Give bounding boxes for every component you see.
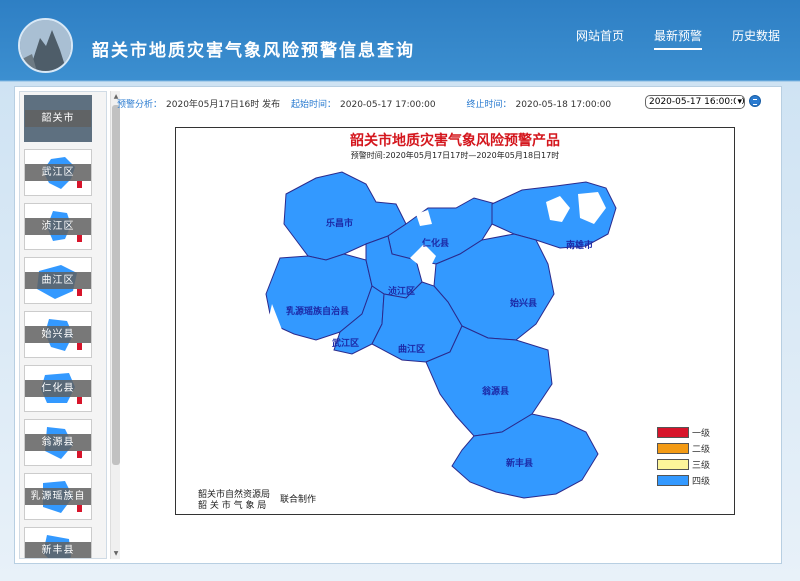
site-title: 韶关市地质灾害气象风险预警信息查询 — [92, 41, 415, 61]
menu-icon[interactable] — [749, 95, 761, 107]
sidebar-scrollbar[interactable]: ▲ ▼ — [110, 91, 120, 559]
legend-label: 一级 — [692, 428, 711, 439]
nav-history[interactable]: 历史数据 — [732, 27, 780, 50]
region-sidebar: 韶关市 武江区 浈江区 曲江区 始兴县 仁化县 翁源县 乳源瑶族自 新丰县 — [19, 91, 107, 559]
sidebar-item-label: 浈江区 — [25, 218, 91, 235]
label-lechang: 乐昌市 — [326, 219, 354, 229]
producer-credit: 韶关市自然资源局 韶 关 市 气 象 局 联合制作 — [198, 490, 316, 512]
legend-label: 三级 — [692, 460, 711, 471]
start-label: 起始时间： — [291, 100, 337, 110]
product-period: 预警时间:2020年05月17日17时—2020年05月18日17时 — [350, 151, 560, 160]
product-title: 韶关市地质灾害气象风险预警产品 — [350, 133, 560, 149]
scroll-down-icon[interactable]: ▼ — [111, 550, 121, 557]
end-label: 终止时间： — [466, 100, 512, 110]
legend-level-4: 四级 — [657, 472, 710, 488]
sidebar-item-renhua[interactable]: 仁化县 — [24, 365, 92, 412]
sidebar-item-label: 韶关市 — [25, 110, 91, 127]
sidebar-item-ruyuan[interactable]: 乳源瑶族自 — [24, 473, 92, 520]
nav-latest-warning[interactable]: 最新预警 — [653, 27, 702, 50]
warning-info-bar: 预警分析： 2020年05月17日16时 发布 起始时间： 2020-05-17 1… — [117, 97, 615, 110]
start-time: 2020-05-17 17:00:00 — [340, 100, 436, 110]
map-legend: 一级 二级 三级 四级 — [657, 424, 710, 488]
credit-line-1: 韶关市自然资源局 — [198, 490, 271, 500]
scroll-thumb[interactable] — [112, 105, 120, 465]
label-shixing: 始兴县 — [510, 299, 538, 309]
sidebar-item-label: 翁源县 — [25, 434, 91, 451]
label-renhua: 仁化县 — [422, 239, 450, 249]
sidebar-item-label: 始兴县 — [25, 326, 91, 343]
legend-level-2: 二级 — [657, 440, 710, 456]
label-qujiang: 曲江区 — [398, 345, 426, 355]
sidebar-item-label: 仁化县 — [25, 380, 91, 397]
sidebar-item-label: 乳源瑶族自 — [25, 488, 91, 505]
warning-map — [265, 171, 617, 499]
legend-swatch — [657, 474, 689, 486]
label-nanxiong: 南雄市 — [566, 241, 594, 251]
sidebar-item-zhenjiang[interactable]: 浈江区 — [24, 203, 92, 250]
label-wengyuan: 翁源县 — [482, 387, 510, 397]
sidebar-item-shaoguan[interactable]: 韶关市 — [24, 95, 92, 142]
sidebar-item-qujiang[interactable]: 曲江区 — [24, 257, 92, 304]
sidebar-item-label: 武江区 — [25, 164, 91, 181]
sidebar-item-wujiang[interactable]: 武江区 — [24, 149, 92, 196]
label-xinfeng: 新丰县 — [506, 459, 534, 469]
sidebar-item-xinfeng[interactable]: 新丰县 — [24, 527, 92, 558]
content-panel: 韶关市 武江区 浈江区 曲江区 始兴县 仁化县 翁源县 乳源瑶族自 新丰县 ▲ … — [14, 86, 782, 564]
legend-swatch — [657, 442, 689, 454]
legend-level-3: 三级 — [657, 456, 710, 472]
credit-joint: 联合制作 — [280, 495, 317, 505]
legend-swatch — [657, 426, 689, 438]
label-zhenjiang: 浈江区 — [388, 287, 416, 297]
site-header: 韶关市地质灾害气象风险预警信息查询 网站首页 最新预警 历史数据 — [0, 0, 800, 84]
analysis-label[interactable]: 预警分析： — [117, 100, 162, 110]
legend-level-1: 一级 — [657, 424, 710, 440]
sidebar-item-label: 曲江区 — [25, 272, 91, 289]
main-nav: 网站首页 最新预警 历史数据 — [576, 27, 780, 50]
sidebar-item-shixing[interactable]: 始兴县 — [24, 311, 92, 358]
legend-label: 二级 — [692, 444, 711, 455]
nav-home[interactable]: 网站首页 — [576, 27, 624, 50]
issued-text: 2020年05月17日16时 发布 — [166, 100, 281, 110]
sidebar-item-wengyuan[interactable]: 翁源县 — [24, 419, 92, 466]
sidebar-item-label: 新丰县 — [25, 542, 91, 558]
site-logo[interactable] — [18, 18, 73, 73]
legend-label: 四级 — [692, 476, 711, 487]
end-time: 2020-05-18 17:00:00 — [515, 100, 612, 110]
legend-swatch — [657, 458, 689, 470]
credit-line-2: 韶 关 市 气 象 局 — [198, 501, 267, 511]
warning-product: 韶关市地质灾害气象风险预警产品 预警时间:2020年05月17日17时—2020… — [175, 127, 735, 515]
label-wujiang: 武江区 — [332, 339, 360, 349]
label-ruyuan: 乳源瑶族自治县 — [286, 307, 350, 317]
time-select[interactable]: 2020-05-17 16:00:00 — [645, 95, 745, 109]
